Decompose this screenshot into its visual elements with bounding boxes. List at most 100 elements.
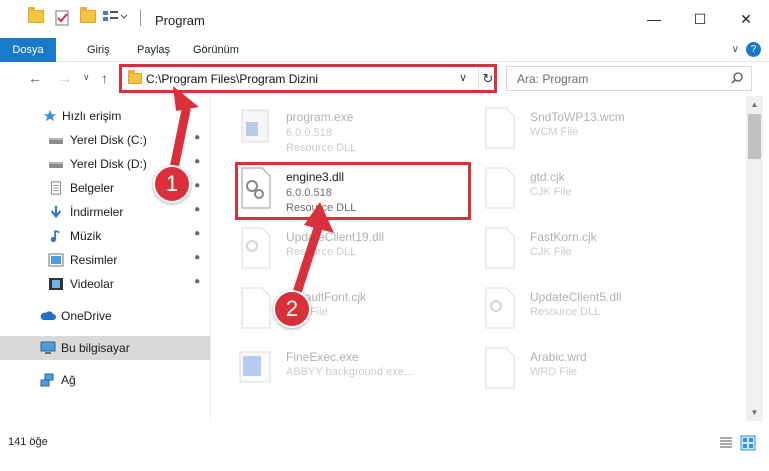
pictures-icon	[48, 253, 64, 267]
large-icons-view-icon[interactable]	[740, 435, 756, 451]
scroll-down-icon[interactable]: ▼	[746, 404, 763, 421]
document-file-icon	[485, 227, 515, 269]
sidebar-item-label: Hızlı erişim	[62, 109, 122, 123]
file-description: Resource DLL	[286, 142, 357, 154]
star-icon	[43, 109, 57, 122]
file-item[interactable]: gtd.cjk CJK File	[482, 164, 712, 220]
new-folder-icon[interactable]	[80, 7, 96, 23]
exe-file-icon	[241, 109, 269, 143]
video-icon	[49, 278, 63, 290]
file-description: ABBYY background exe...	[286, 366, 413, 378]
pin-icon: ●	[190, 179, 204, 192]
sidebar-item-downloads[interactable]: İndirmeler ●	[0, 200, 210, 224]
recent-locations-icon[interactable]: ∨	[83, 72, 90, 83]
tab-file[interactable]: Dosya	[0, 38, 56, 62]
file-name: SndToWP13.wcm	[530, 110, 625, 124]
sidebar-item-disk-c[interactable]: Yerel Disk (C:) ●	[0, 128, 210, 152]
file-description: CJK File	[530, 186, 572, 198]
sidebar-item-music[interactable]: Müzik ●	[0, 224, 210, 248]
sidebar-item-label: Yerel Disk (D:)	[70, 157, 147, 171]
ribbon: Dosya Giriş Paylaş Görünüm ∨ ?	[0, 38, 769, 62]
pin-icon: ●	[190, 251, 204, 264]
sidebar-item-onedrive[interactable]: OneDrive	[0, 304, 210, 328]
pin-icon: ●	[190, 275, 204, 288]
file-name: Arabic.wrd	[530, 350, 587, 364]
title-bar: Program — ☐ ✕	[0, 0, 769, 38]
back-icon[interactable]: ←	[28, 70, 42, 86]
document-file-icon	[241, 287, 271, 329]
file-item[interactable]: UpdateClient19.dll Resource DLL	[238, 224, 468, 280]
expand-ribbon-icon[interactable]: ∨	[732, 44, 739, 55]
file-item[interactable]: Arabic.wrd WRD File	[482, 344, 712, 400]
navigation-pane: Hızlı erişim Yerel Disk (C:) ● Yerel Dis…	[0, 100, 210, 420]
details-view-icon[interactable]	[718, 435, 734, 451]
document-file-icon	[485, 107, 515, 149]
music-icon	[50, 229, 60, 243]
sidebar-item-this-pc[interactable]: Bu bilgisayar	[0, 336, 210, 360]
address-highlight	[119, 64, 497, 93]
item-count: 141 öğe	[8, 436, 48, 448]
sidebar-item-label: Yerel Disk (C:)	[70, 133, 147, 147]
dll-gear-icon	[485, 287, 515, 329]
close-icon[interactable]: ✕	[723, 0, 769, 38]
sidebar-item-label: Müzik	[70, 229, 102, 243]
help-icon[interactable]: ?	[746, 42, 761, 57]
file-item[interactable]: FastKorn.cjk CJK File	[482, 224, 712, 280]
file-name: gtd.cjk	[530, 170, 565, 184]
pin-icon: ●	[190, 131, 204, 144]
scroll-up-icon[interactable]: ▲	[746, 96, 763, 113]
sidebar-item-label: Videolar	[70, 277, 114, 291]
cloud-icon	[40, 311, 56, 320]
exe-file-icon	[239, 351, 271, 383]
file-name: program.exe	[286, 110, 354, 124]
file-version: 6.0.0.518	[286, 127, 332, 139]
document-file-icon	[485, 347, 515, 389]
search-icon	[731, 72, 743, 84]
pin-icon: ●	[190, 203, 204, 216]
computer-icon	[40, 341, 56, 354]
pin-icon: ●	[190, 155, 204, 168]
status-bar: 141 öğe	[0, 431, 769, 455]
sidebar-item-videos[interactable]: Videolar ●	[0, 272, 210, 296]
scroll-thumb[interactable]	[748, 114, 761, 159]
file-name: UpdateClient19.dll	[286, 230, 385, 244]
minimize-icon[interactable]: —	[631, 0, 677, 38]
tab-home[interactable]: Giriş	[87, 38, 110, 62]
file-item[interactable]: SndToWP13.wcm WCM File	[482, 104, 712, 160]
file-name: UpdateClient5.dll	[530, 290, 622, 304]
file-description: Resource DLL	[530, 306, 601, 318]
properties-icon[interactable]	[54, 10, 70, 26]
maximize-icon[interactable]: ☐	[677, 0, 723, 38]
up-icon[interactable]: ↑	[101, 70, 108, 86]
tab-share[interactable]: Paylaş	[137, 38, 170, 62]
file-description: WRD File	[530, 366, 578, 378]
sidebar-item-network[interactable]: Ağ	[0, 368, 210, 392]
file-name: FastKorn.cjk	[530, 230, 597, 244]
file-description: WCM File	[530, 126, 579, 138]
file-item[interactable]: FineExec.exe ABBYY background exe...	[238, 344, 468, 400]
folder-icon	[28, 7, 44, 23]
forward-icon[interactable]: →	[58, 70, 72, 86]
title-separator	[140, 10, 141, 26]
sidebar-item-label: Belgeler	[70, 181, 115, 195]
vertical-scrollbar[interactable]: ▲ ▼	[746, 96, 763, 421]
sidebar-item-label: OneDrive	[61, 309, 112, 323]
file-item[interactable]: UpdateClient5.dll Resource DLL	[482, 284, 712, 340]
file-item[interactable]: program.exe 6.0.0.518 Resource DLL	[238, 104, 468, 160]
sidebar-item-label: İndirmeler	[70, 205, 124, 219]
pin-icon: ●	[190, 227, 204, 240]
search-input[interactable]: Ara: Program	[506, 66, 752, 91]
sidebar-item-label: Resimler	[70, 253, 118, 267]
customize-toolbar-icon[interactable]	[102, 10, 128, 24]
disk-icon	[49, 162, 63, 168]
sidebar-item-quick-access[interactable]: Hızlı erişim	[0, 104, 210, 128]
disk-icon	[49, 138, 63, 144]
sidebar-item-pictures[interactable]: Resimler ●	[0, 248, 210, 272]
document-file-icon	[485, 167, 515, 209]
pane-divider	[210, 96, 211, 421]
tab-view[interactable]: Görünüm	[193, 38, 239, 62]
callout-1: 1	[153, 165, 191, 203]
dll-gear-icon	[241, 227, 271, 269]
file-highlight	[235, 162, 471, 220]
file-description: Resource DLL	[286, 246, 357, 258]
